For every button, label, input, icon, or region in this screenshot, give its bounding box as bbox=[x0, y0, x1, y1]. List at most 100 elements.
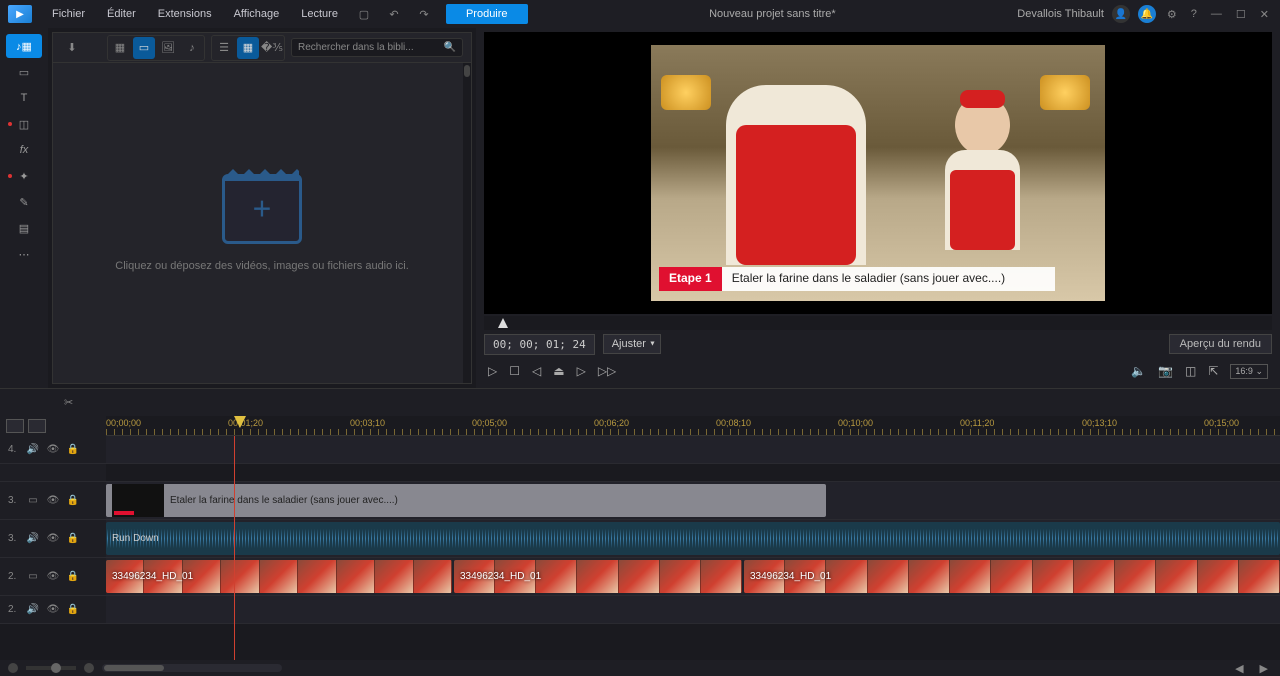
video-clip-2[interactable]: 33496234_HD_01 bbox=[454, 560, 742, 593]
clip-label: 33496234_HD_01 bbox=[112, 571, 193, 582]
title-room-icon[interactable]: T bbox=[6, 86, 42, 110]
search-input[interactable]: Rechercher dans la bibli... 🔍 bbox=[291, 38, 463, 57]
step-icon[interactable]: ⏏ bbox=[553, 364, 564, 378]
help-icon[interactable]: ? bbox=[1188, 8, 1200, 20]
zoom-out-icon[interactable] bbox=[8, 663, 18, 673]
dual-view-icon[interactable]: ◫ bbox=[1185, 364, 1196, 378]
timeline-h-scrollbar[interactable] bbox=[102, 664, 282, 672]
lock-icon[interactable]: 🔒 bbox=[66, 495, 80, 506]
timeline-ruler[interactable]: 00;00;00 00;01;20 00;03;10 00;05;00 00;0… bbox=[106, 416, 1280, 436]
import-icon[interactable]: ⬇ bbox=[61, 37, 83, 59]
volume-icon[interactable]: 🔈 bbox=[1131, 364, 1146, 378]
undo-icon[interactable]: ↶ bbox=[382, 2, 406, 26]
maximize-icon[interactable]: ☐ bbox=[1233, 8, 1249, 21]
timecode-display[interactable]: 00; 00; 01; 24 bbox=[484, 334, 595, 355]
audio-room-icon[interactable]: ✎ bbox=[6, 190, 42, 214]
media-room-icon[interactable]: ♪▦ bbox=[6, 34, 42, 58]
clip-label: 33496234_HD_01 bbox=[750, 571, 831, 582]
track-3-audio: 3.🔊👁🔒 Run Down bbox=[0, 520, 1280, 558]
menu-playback[interactable]: Lecture bbox=[291, 4, 348, 24]
menu-extensions[interactable]: Extensions bbox=[148, 4, 222, 24]
produce-button[interactable]: Produire bbox=[446, 4, 528, 24]
video-track-icon: ▭ bbox=[26, 571, 40, 582]
menu-file[interactable]: Fichier bbox=[42, 4, 95, 24]
caption-overlay: Etape 1 Etaler la farine dans le saladie… bbox=[659, 267, 1055, 291]
notifications-icon[interactable]: 🔔 bbox=[1138, 5, 1156, 23]
search-icon: 🔍 bbox=[444, 42, 456, 53]
track-4-audio: 4.🔊👁🔒 bbox=[0, 436, 1280, 464]
media-scrollbar[interactable] bbox=[463, 63, 471, 383]
video-clip-3[interactable]: 33496234_HD_01 bbox=[744, 560, 1280, 593]
search-placeholder: Rechercher dans la bibli... bbox=[298, 42, 414, 53]
view-detail-icon[interactable]: �⅗ bbox=[261, 37, 283, 59]
track-3-video: 3.▭👁🔒 Etaler la farine dans le saladier … bbox=[0, 482, 1280, 520]
save-icon[interactable]: ▢ bbox=[352, 2, 376, 26]
filter-audio-icon[interactable]: ♪ bbox=[181, 37, 203, 59]
visibility-icon[interactable]: 👁 bbox=[46, 533, 60, 544]
timeline-toolbar: ✂ bbox=[0, 388, 1280, 416]
menu-bar: ▶ Fichier Éditer Extensions Affichage Le… bbox=[0, 0, 1280, 28]
fast-forward-icon[interactable]: ▷▷ bbox=[598, 364, 616, 378]
audio-clip[interactable]: Run Down bbox=[106, 522, 1280, 555]
next-frame-icon[interactable]: ▷ bbox=[577, 364, 586, 378]
snapshot-icon[interactable]: 📷 bbox=[1158, 364, 1173, 378]
audio-track-icon: 🔊 bbox=[26, 444, 40, 455]
view-grid-icon[interactable]: ▦ bbox=[237, 37, 259, 59]
clip-label: Run Down bbox=[112, 533, 159, 544]
visibility-icon[interactable]: 👁 bbox=[46, 444, 60, 455]
visibility-icon[interactable]: 👁 bbox=[46, 571, 60, 582]
preview-viewport[interactable]: Etape 1 Etaler la farine dans le saladie… bbox=[484, 32, 1272, 314]
preview-scrubber[interactable] bbox=[484, 316, 1272, 330]
popout-icon[interactable]: ⇱ bbox=[1208, 364, 1218, 378]
menu-edit[interactable]: Éditer bbox=[97, 4, 146, 24]
settings-icon[interactable]: ⚙ bbox=[1164, 8, 1180, 21]
lock-icon[interactable]: 🔒 bbox=[66, 533, 80, 544]
aspect-ratio-select[interactable]: 16:9 ⌄ bbox=[1230, 364, 1268, 379]
user-name: Devallois Thibault bbox=[1017, 8, 1104, 20]
minimize-icon[interactable]: — bbox=[1208, 8, 1225, 20]
particle-room-icon[interactable]: ✦ bbox=[6, 164, 42, 188]
drop-hint-text: Cliquez ou déposez des vidéos, images ou… bbox=[115, 260, 409, 272]
scrub-playhead-icon[interactable] bbox=[498, 318, 508, 328]
lock-icon[interactable]: 🔒 bbox=[66, 571, 80, 582]
play-icon[interactable]: ▷ bbox=[488, 364, 497, 378]
menu-view[interactable]: Affichage bbox=[224, 4, 290, 24]
pip-room-icon[interactable]: ▭ bbox=[6, 60, 42, 84]
visibility-icon[interactable]: 👁 bbox=[46, 604, 60, 615]
caption-text: Etaler la farine dans le saladier (sans … bbox=[722, 267, 1055, 291]
media-drop-zone[interactable]: Cliquez ou déposez des vidéos, images ou… bbox=[53, 63, 471, 383]
clip-label: Etaler la farine dans le saladier (sans … bbox=[170, 495, 398, 506]
title-clip[interactable]: Etaler la farine dans le saladier (sans … bbox=[106, 484, 826, 517]
close-icon[interactable]: ✕ bbox=[1257, 8, 1272, 21]
user-avatar-icon[interactable]: 👤 bbox=[1112, 5, 1130, 23]
media-panel: ⬇ ▦ ▭ 🖼 ♪ ☰ ▦ �⅗ Rechercher dans la bibl… bbox=[52, 32, 472, 384]
left-toolbar: ♪▦ ▭ T ◫ fx ✦ ✎ ▤ ⋯ bbox=[0, 28, 48, 388]
lock-icon[interactable]: 🔒 bbox=[66, 444, 80, 455]
stop-icon[interactable]: ☐ bbox=[509, 364, 520, 378]
fit-select[interactable]: Ajuster bbox=[603, 334, 661, 354]
render-preview-button[interactable]: Aperçu du rendu bbox=[1169, 334, 1272, 354]
zoom-slider[interactable] bbox=[26, 666, 76, 670]
lock-icon[interactable]: 🔒 bbox=[66, 604, 80, 615]
view-list-icon[interactable]: ☰ bbox=[213, 37, 235, 59]
filter-video-icon[interactable]: ▭ bbox=[133, 37, 155, 59]
video-clip-1[interactable]: 33496234_HD_01 bbox=[106, 560, 452, 593]
timeline-prev-icon[interactable]: ◀ bbox=[1231, 662, 1247, 675]
filter-media-icon[interactable]: ▦ bbox=[109, 37, 131, 59]
track-view-b-icon[interactable] bbox=[28, 419, 46, 433]
zoom-in-icon[interactable] bbox=[84, 663, 94, 673]
timeline-next-icon[interactable]: ▶ bbox=[1256, 662, 1272, 675]
filter-image-icon[interactable]: 🖼 bbox=[157, 37, 179, 59]
fx-room-icon[interactable]: fx bbox=[6, 138, 42, 162]
preview-frame: Etape 1 Etaler la farine dans le saladie… bbox=[651, 45, 1105, 301]
timeline: 00;00;00 00;01;20 00;03;10 00;05;00 00;0… bbox=[0, 416, 1280, 676]
subtitle-room-icon[interactable]: ▤ bbox=[6, 216, 42, 240]
transition-room-icon[interactable]: ◫ bbox=[6, 112, 42, 136]
visibility-icon[interactable]: 👁 bbox=[46, 495, 60, 506]
more-rooms-icon[interactable]: ⋯ bbox=[6, 242, 42, 266]
prev-frame-icon[interactable]: ◁ bbox=[532, 364, 541, 378]
project-title: Nouveau projet sans titre* bbox=[530, 8, 1016, 20]
razor-tool-icon[interactable]: ✂ bbox=[64, 396, 73, 409]
track-view-a-icon[interactable] bbox=[6, 419, 24, 433]
redo-icon[interactable]: ↷ bbox=[412, 2, 436, 26]
